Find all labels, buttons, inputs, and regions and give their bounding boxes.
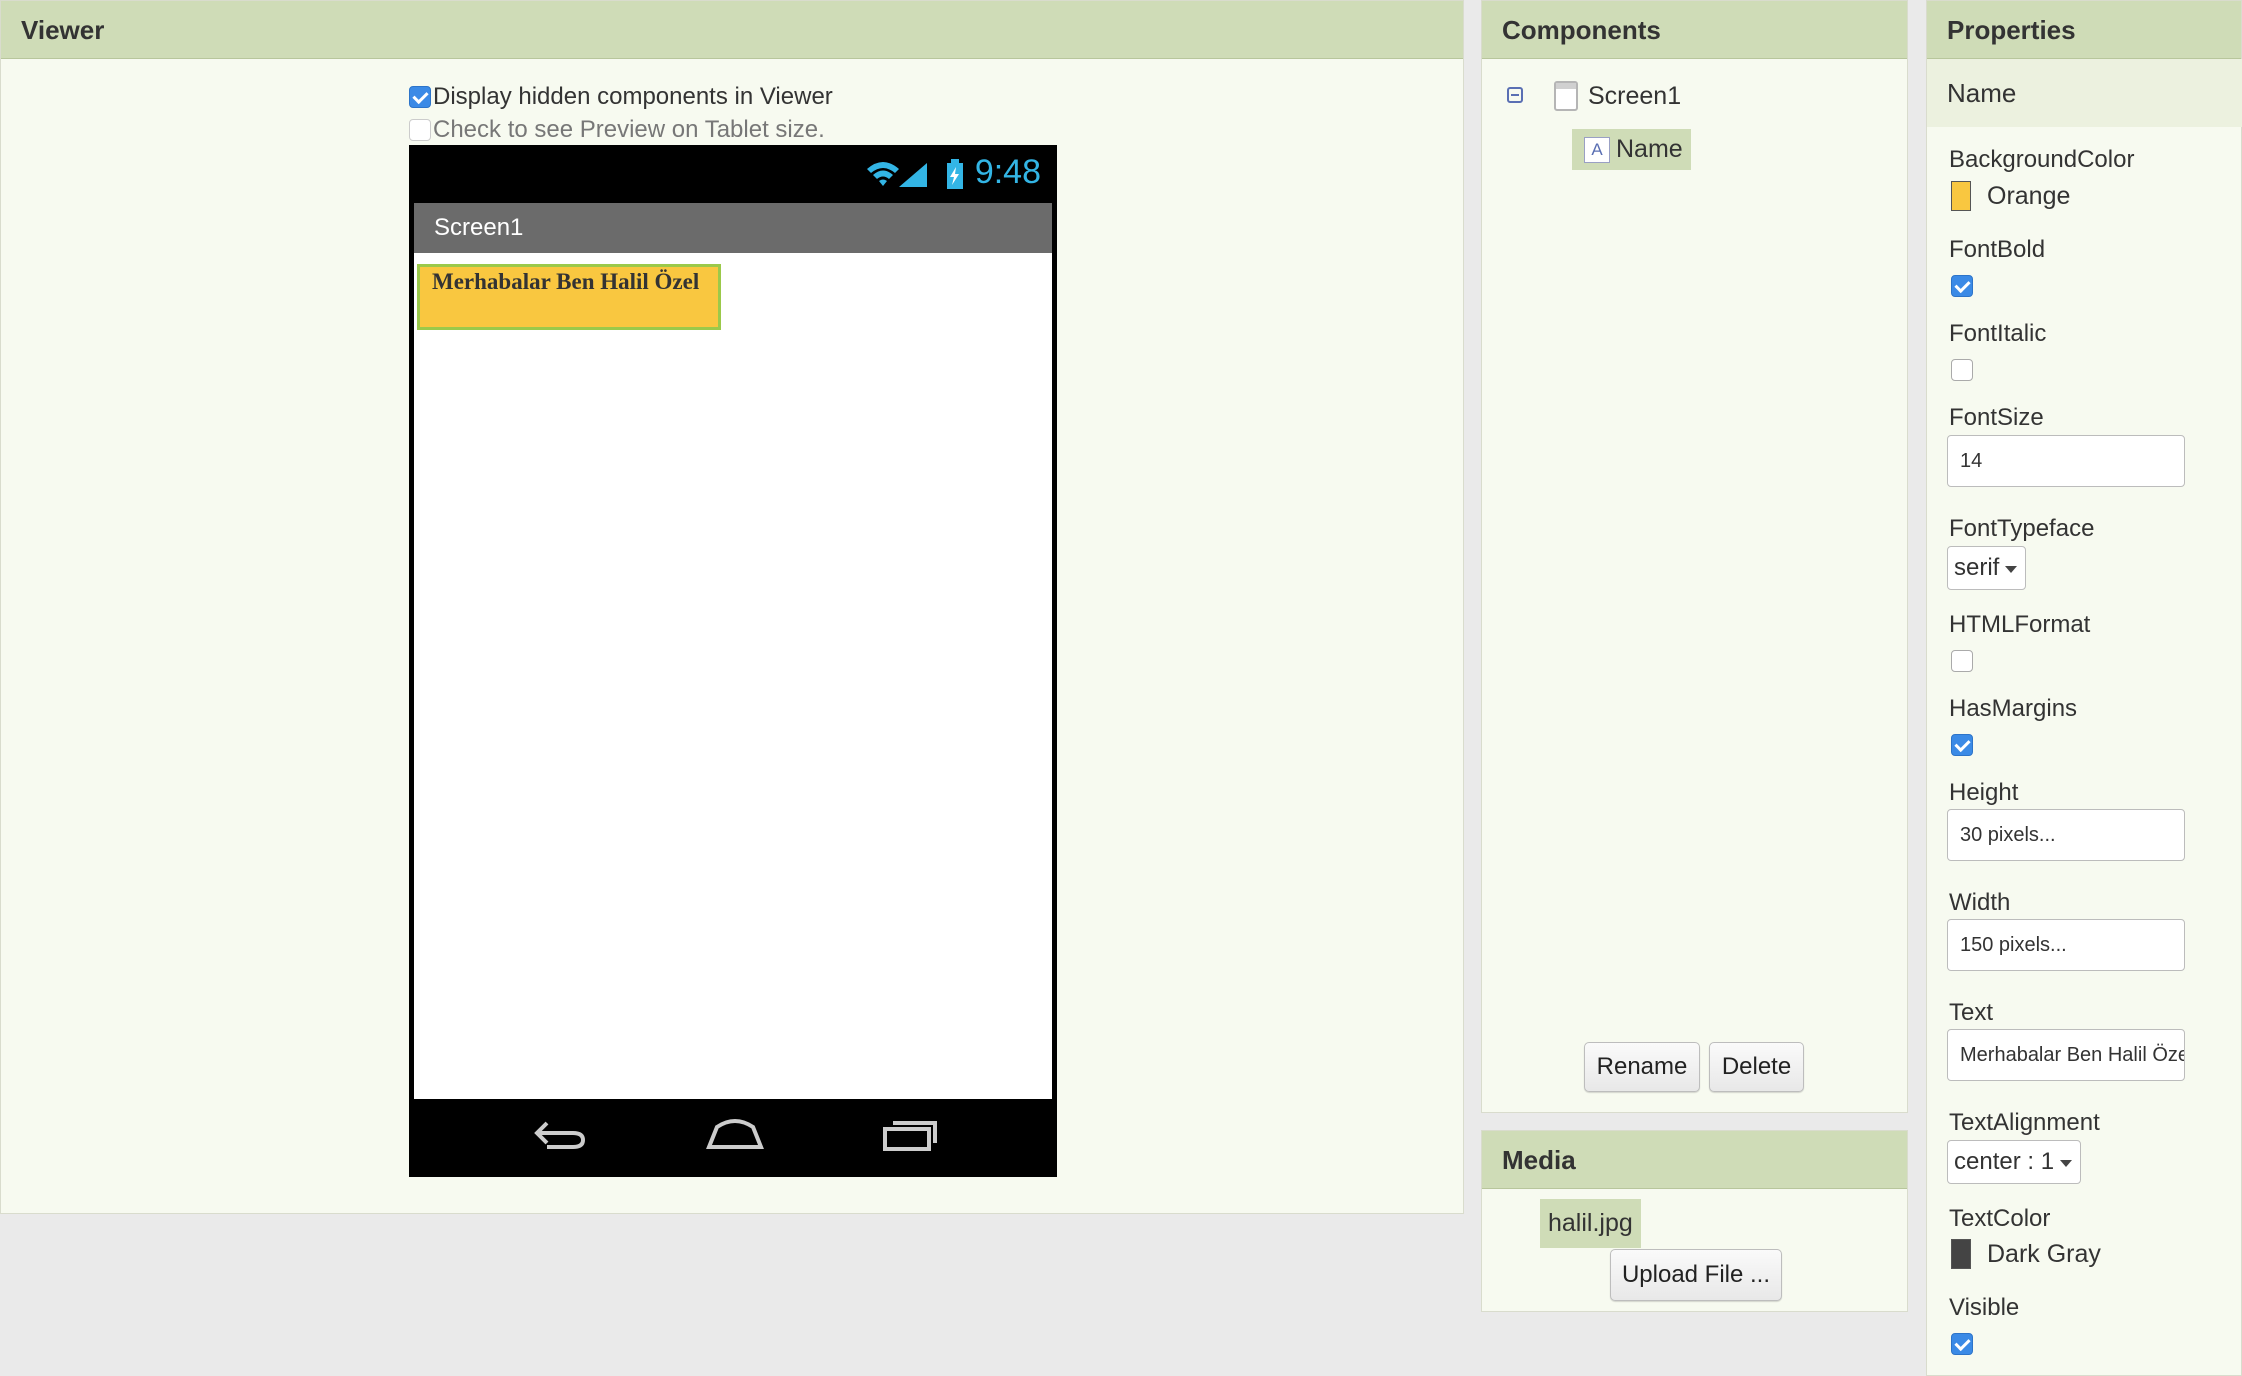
phone-preview: 9:48 Screen1 Merhabalar Ben Halil Özel bbox=[409, 145, 1057, 1177]
tree-node-name[interactable]: A Name bbox=[1572, 129, 1691, 170]
wifi-icon bbox=[867, 162, 899, 186]
prop-hasmargins-checkbox[interactable] bbox=[1951, 734, 1973, 756]
prop-hasmargins-label: HasMargins bbox=[1949, 695, 2078, 722]
tree-node-screen1-label: Screen1 bbox=[1588, 81, 1682, 110]
prop-fontitalic-checkbox[interactable] bbox=[1951, 359, 1973, 381]
prop-textalignment-dropdown[interactable]: center : 1 bbox=[1947, 1140, 2082, 1184]
prop-height-label: Height bbox=[1949, 779, 2019, 806]
prop-fontitalic-label: FontItalic bbox=[1949, 320, 2047, 347]
signal-icon bbox=[899, 163, 927, 187]
media-file-item[interactable]: halil.jpg bbox=[1540, 1199, 1641, 1248]
phone-title-bar: Screen1 bbox=[414, 203, 1052, 253]
prop-visible-checkbox[interactable] bbox=[1951, 1333, 1973, 1355]
components-title: Components bbox=[1482, 1, 1907, 59]
display-hidden-label: Display hidden components in Viewer bbox=[433, 83, 833, 110]
name-label-component[interactable]: Merhabalar Ben Halil Özel bbox=[417, 264, 721, 330]
phone-clock: 9:48 bbox=[974, 153, 1041, 191]
prop-fontsize-input[interactable]: 14 bbox=[1947, 435, 2185, 487]
phone-screen[interactable]: Merhabalar Ben Halil Özel bbox=[414, 253, 1052, 1099]
backgroundcolor-swatch bbox=[1951, 181, 1971, 211]
properties-panel: Properties Name BackgroundColor Orange F… bbox=[1926, 0, 2242, 1376]
textcolor-swatch bbox=[1951, 1239, 1971, 1269]
prop-textcolor-label: TextColor bbox=[1949, 1205, 2051, 1232]
collapse-icon[interactable] bbox=[1507, 87, 1523, 103]
selected-component-name: Name bbox=[1927, 59, 2242, 127]
media-title: Media bbox=[1482, 1131, 1907, 1189]
prop-backgroundcolor-picker[interactable]: Orange bbox=[1951, 181, 2070, 211]
prop-fonttypeface-dropdown[interactable]: serif bbox=[1947, 546, 2027, 590]
viewer-panel: Viewer Display hidden components in View… bbox=[0, 0, 1464, 1214]
prop-backgroundcolor-value: Orange bbox=[1987, 181, 2071, 210]
label-component-icon: A bbox=[1584, 136, 1610, 163]
prop-htmlformat-label: HTMLFormat bbox=[1949, 611, 2091, 638]
display-hidden-option[interactable]: Display hidden components in Viewer bbox=[409, 83, 833, 111]
prop-visible-label: Visible bbox=[1949, 1294, 2020, 1321]
prop-textcolor-picker[interactable]: Dark Gray bbox=[1951, 1239, 2101, 1269]
tablet-preview-checkbox[interactable] bbox=[409, 119, 431, 141]
components-panel: Components Screen1 A Name Rename Delete bbox=[1481, 0, 1908, 1113]
prop-fontbold-label: FontBold bbox=[1949, 236, 2046, 263]
status-icons bbox=[867, 159, 963, 189]
prop-htmlformat-checkbox[interactable] bbox=[1951, 650, 1973, 672]
prop-width-label: Width bbox=[1949, 889, 2011, 916]
delete-button[interactable]: Delete bbox=[1709, 1042, 1804, 1092]
prop-fontbold-checkbox[interactable] bbox=[1951, 275, 1973, 297]
rename-button[interactable]: Rename bbox=[1584, 1042, 1700, 1092]
home-icon bbox=[706, 1119, 764, 1149]
display-hidden-checkbox[interactable] bbox=[409, 86, 431, 108]
tree-node-screen1[interactable]: Screen1 bbox=[1554, 81, 1681, 111]
prop-textcolor-value: Dark Gray bbox=[1987, 1239, 2101, 1268]
phone-status-bar: 9:48 bbox=[409, 145, 1057, 203]
media-panel: Media halil.jpg Upload File ... bbox=[1481, 1130, 1908, 1312]
viewer-title: Viewer bbox=[1, 1, 1463, 59]
screen-icon bbox=[1554, 81, 1578, 111]
prop-backgroundcolor-label: BackgroundColor bbox=[1949, 146, 2135, 173]
upload-file-button[interactable]: Upload File ... bbox=[1610, 1249, 1782, 1301]
back-icon bbox=[534, 1121, 586, 1149]
prop-text-input[interactable]: Merhabalar Ben Halil Özel bbox=[1947, 1029, 2185, 1081]
recent-apps-icon bbox=[883, 1121, 937, 1151]
prop-fonttypeface-label: FontTypeface bbox=[1949, 515, 2095, 542]
prop-width-input[interactable]: 150 pixels... bbox=[1947, 919, 2185, 971]
tablet-preview-option[interactable]: Check to see Preview on Tablet size. bbox=[409, 116, 825, 144]
prop-textalignment-label: TextAlignment bbox=[1949, 1109, 2100, 1136]
battery-icon bbox=[947, 159, 963, 189]
properties-title: Properties bbox=[1927, 1, 2241, 59]
prop-text-label: Text bbox=[1949, 999, 1994, 1026]
prop-fontsize-label: FontSize bbox=[1949, 404, 2044, 431]
tree-node-name-label: Name bbox=[1616, 135, 1683, 163]
prop-height-input[interactable]: 30 pixels... bbox=[1947, 809, 2185, 861]
tablet-preview-label: Check to see Preview on Tablet size. bbox=[433, 116, 825, 143]
phone-nav-bar bbox=[409, 1099, 1057, 1177]
